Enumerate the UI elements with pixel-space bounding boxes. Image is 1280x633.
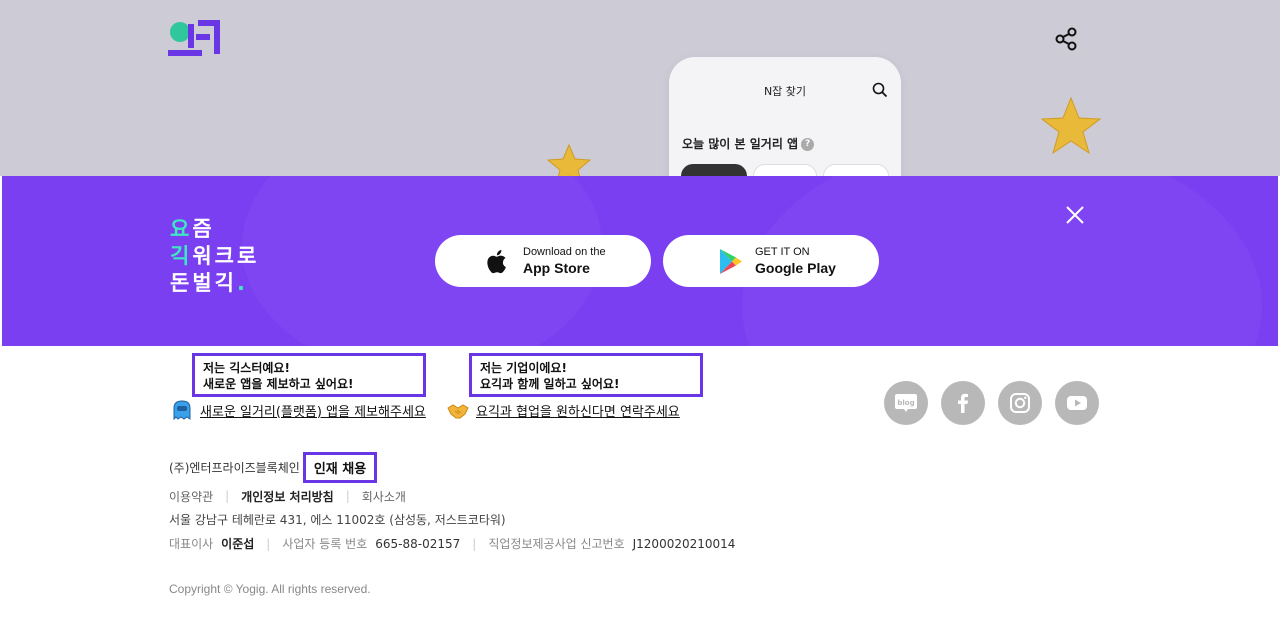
partnership-link[interactable]: 요긱과 협업을 원하신다면 연락주세요: [447, 398, 680, 422]
app-store-small-label: Download on the: [523, 246, 606, 258]
biz-number-label: 사업자 등록 번호: [282, 537, 368, 551]
google-play-icon: [720, 249, 742, 274]
slogan-line: 돈벌긱.: [170, 271, 248, 295]
callout-line: 새로운 앱을 제보하고 싶어요!: [203, 377, 354, 391]
divider: |: [266, 536, 271, 551]
recruit-link[interactable]: 인재 채용: [302, 451, 378, 483]
business-info: 대표이사 이준섭 | 사업자 등록 번호 665-88-02157 | 직업정보…: [169, 535, 735, 552]
partnership-link-text: 요긱과 협업을 원하신다면 연락주세요: [476, 404, 680, 420]
callout-line: 저는 긱스터예요!: [203, 361, 290, 375]
google-play-button[interactable]: GET IT ON Google Play: [663, 235, 879, 287]
app-store-button[interactable]: Download on the App Store: [435, 235, 651, 287]
privacy-policy-link[interactable]: 개인정보 처리방침: [241, 488, 334, 505]
youtube-icon: [1067, 396, 1087, 410]
app-store-large-label: App Store: [523, 260, 590, 276]
report-app-link-text: 새로운 일거리(플랫폼) 앱을 제보해주세요: [200, 404, 426, 420]
company-name: (주)엔터프라이즈블록체인: [169, 460, 300, 475]
job-info-label: 직업정보제공사업 신고번호: [488, 537, 625, 551]
slogan-line: 요즘: [170, 217, 215, 241]
copyright: Copyright © Yogig. All rights reserved.: [169, 582, 371, 596]
footer-links: 이용약관 | 개인정보 처리방침 | 회사소개: [169, 487, 406, 505]
callout-line: 요긱과 함께 일하고 싶어요!: [480, 377, 620, 391]
apple-icon: [487, 250, 506, 274]
instagram-button[interactable]: [998, 381, 1042, 425]
close-icon[interactable]: [1064, 204, 1086, 226]
star-decoration: [546, 143, 592, 176]
banner-slogan: 요즘 긱워크로 돈벌긱.: [170, 216, 259, 297]
hero-section: N잡 찾기 오늘 많이 본 일거리 앱?: [0, 0, 1280, 176]
phone-heading: 오늘 많이 본 일거리 앱?: [682, 135, 815, 152]
phone-title: N잡 찾기: [763, 85, 807, 98]
ceo-name: 이준섭: [221, 537, 255, 551]
job-info-number: J1200020210014: [632, 536, 736, 551]
facebook-icon: [958, 393, 968, 413]
ceo-label: 대표이사: [169, 537, 214, 551]
yogig-logo[interactable]: [166, 14, 224, 64]
youtube-button[interactable]: [1055, 381, 1099, 425]
report-app-link[interactable]: 새로운 일거리(플랫폼) 앱을 제보해주세요: [171, 398, 426, 422]
company-callout: 저는 기업이에요! 요긱과 함께 일하고 싶어요!: [469, 353, 703, 397]
page: N잡 찾기 오늘 많이 본 일거리 앱? 요즘 긱워크로 돈벌긱. Downlo…: [0, 0, 1280, 633]
divider: |: [225, 489, 230, 503]
callout-line: 저는 기업이에요!: [480, 361, 567, 375]
facebook-button[interactable]: [941, 381, 985, 425]
divider: |: [472, 536, 477, 551]
search-icon: [872, 82, 888, 98]
phone-chip: [823, 164, 889, 176]
share-icon[interactable]: [1054, 26, 1080, 52]
blog-button[interactable]: blog: [884, 381, 928, 425]
company-row: (주)엔터프라이즈블록체인 인재 채용: [169, 451, 378, 483]
google-play-large-label: Google Play: [755, 260, 836, 276]
company-address: 서울 강남구 테헤란로 431, 에스 11002호 (삼성동, 저스트코타워): [169, 513, 506, 527]
instagram-icon: [1010, 393, 1030, 413]
help-icon: ?: [801, 138, 815, 151]
star-decoration: [1040, 96, 1102, 155]
about-link[interactable]: 회사소개: [362, 488, 406, 505]
terms-link[interactable]: 이용약관: [169, 488, 213, 505]
blog-icon: blog: [895, 394, 917, 412]
phone-chip-active: [681, 164, 747, 176]
blog-label: blog: [897, 399, 914, 407]
handshake-icon: [447, 404, 469, 419]
divider: |: [345, 489, 350, 503]
app-download-banner: 요즘 긱워크로 돈벌긱. Download on the App Store G…: [2, 176, 1278, 346]
gigster-callout: 저는 긱스터예요! 새로운 앱을 제보하고 싶어요!: [192, 353, 426, 397]
biz-number: 665-88-02157: [375, 536, 461, 551]
slogan-line: 긱워크로: [170, 244, 260, 268]
phone-chip: [753, 164, 817, 176]
ghost-character-icon: [173, 400, 191, 421]
phone-heading-text: 오늘 많이 본 일거리 앱: [682, 137, 799, 151]
phone-mockup: N잡 찾기 오늘 많이 본 일거리 앱?: [669, 57, 901, 176]
google-play-small-label: GET IT ON: [755, 246, 810, 258]
